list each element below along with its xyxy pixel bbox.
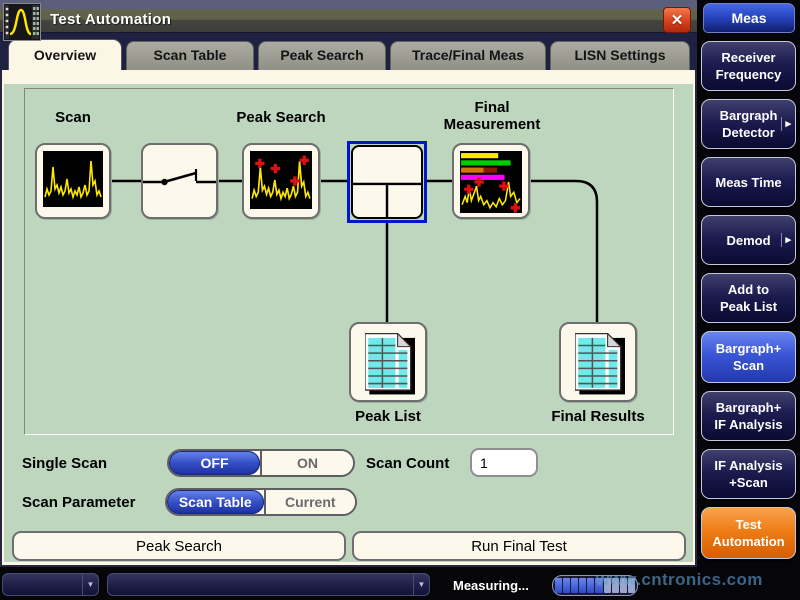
softkey-bargraph-scan[interactable]: Bargraph+ Scan xyxy=(701,331,796,383)
single-scan-off-option[interactable]: OFF xyxy=(169,451,260,475)
single-scan-on-option[interactable]: ON xyxy=(262,451,353,475)
scan-count-input[interactable] xyxy=(470,448,538,477)
progress-segment xyxy=(563,578,570,593)
dropdown-arrow-icon[interactable]: ▼ xyxy=(413,574,429,595)
measuring-status: Measuring... xyxy=(453,578,529,593)
final-results-document-icon xyxy=(575,333,625,395)
status-combo-2[interactable]: ▼ xyxy=(107,573,430,596)
status-bar: ▼ ▼ Measuring... 21.06.2012 13:50:42 xyxy=(0,567,800,600)
tab-overview[interactable]: Overview xyxy=(8,39,122,70)
progress-segment xyxy=(587,578,594,593)
close-button[interactable]: ✕ xyxy=(663,7,691,33)
scan-parameter-current-option[interactable]: Current xyxy=(266,490,355,514)
final-results-label: Final Results xyxy=(523,408,673,425)
progress-bar xyxy=(552,575,638,596)
final-measurement-label: Final Measurement xyxy=(412,99,572,133)
scan-step-box[interactable] xyxy=(35,143,111,219)
softkey-meas-time[interactable]: Meas Time xyxy=(701,157,796,207)
tab-scan-table[interactable]: Scan Table xyxy=(126,41,254,70)
junction-step-box-focused[interactable] xyxy=(347,141,427,223)
progress-segment xyxy=(604,578,611,593)
scan-parameter-toggle: Scan Table Current xyxy=(165,488,357,516)
softkey-menu: Meas Receiver Frequency Bargraph Detecto… xyxy=(697,0,800,600)
peak-search-button[interactable]: Peak Search xyxy=(12,531,346,561)
close-icon: ✕ xyxy=(671,11,684,29)
softkey-bargraph-detector[interactable]: Bargraph Detector ▸ xyxy=(701,99,796,149)
submenu-arrow-icon: ▸ xyxy=(781,233,791,247)
scan-label: Scan xyxy=(23,109,123,126)
softkey-add-to-peak-list[interactable]: Add to Peak List xyxy=(701,273,796,323)
final-measurement-icon xyxy=(460,151,522,213)
status-combo-1[interactable]: ▼ xyxy=(2,573,99,596)
progress-segment xyxy=(595,578,602,593)
scan-parameter-scan-table-option[interactable]: Scan Table xyxy=(167,490,264,514)
dropdown-arrow-icon[interactable]: ▼ xyxy=(82,574,98,595)
final-results-box[interactable] xyxy=(559,322,637,402)
progress-segment xyxy=(579,578,586,593)
switch-icon xyxy=(143,145,216,217)
junction-box-inner xyxy=(351,145,423,219)
softkey-if-analysis-scan[interactable]: IF Analysis +Scan xyxy=(701,449,796,499)
peak-search-label: Peak Search xyxy=(206,109,356,126)
softkey-receiver-frequency[interactable]: Receiver Frequency xyxy=(701,41,796,91)
tab-trace-final-meas[interactable]: Trace/Final Meas xyxy=(390,41,546,70)
switch-step-box[interactable] xyxy=(141,143,218,219)
tab-lisn-settings[interactable]: LISN Settings xyxy=(550,41,690,70)
scan-count-label: Scan Count xyxy=(366,455,449,472)
t-junction-icon xyxy=(353,147,421,217)
tab-peak-search[interactable]: Peak Search xyxy=(258,41,386,70)
scan-parameter-label: Scan Parameter xyxy=(22,494,135,511)
softkey-menu-title: Meas xyxy=(703,3,795,33)
peak-search-step-box[interactable] xyxy=(242,143,320,219)
window-title: Test Automation xyxy=(50,11,171,28)
peak-list-box[interactable] xyxy=(349,322,427,402)
screen: Test Automation ✕ Overview Scan Table Pe… xyxy=(0,0,800,600)
run-final-test-button[interactable]: Run Final Test xyxy=(352,531,686,561)
softkey-test-automation[interactable]: Test Automation xyxy=(701,507,796,559)
softkey-demod[interactable]: Demod ▸ xyxy=(701,215,796,265)
app-spectrum-icon xyxy=(3,3,41,41)
final-measurement-step-box[interactable] xyxy=(452,143,530,219)
peak-search-trace-icon xyxy=(250,151,312,209)
progress-segment xyxy=(620,578,627,593)
progress-segment xyxy=(612,578,619,593)
progress-segment xyxy=(555,578,562,593)
peak-list-document-icon xyxy=(365,333,415,395)
softkey-bargraph-if-analysis[interactable]: Bargraph+ IF Analysis xyxy=(701,391,796,441)
submenu-arrow-icon: ▸ xyxy=(781,117,791,131)
peak-list-label: Peak List xyxy=(313,408,463,425)
progress-segment xyxy=(628,578,635,593)
progress-segment xyxy=(571,578,578,593)
single-scan-toggle: OFF ON xyxy=(167,449,355,477)
scan-trace-icon xyxy=(43,151,103,207)
single-scan-label: Single Scan xyxy=(22,455,107,472)
